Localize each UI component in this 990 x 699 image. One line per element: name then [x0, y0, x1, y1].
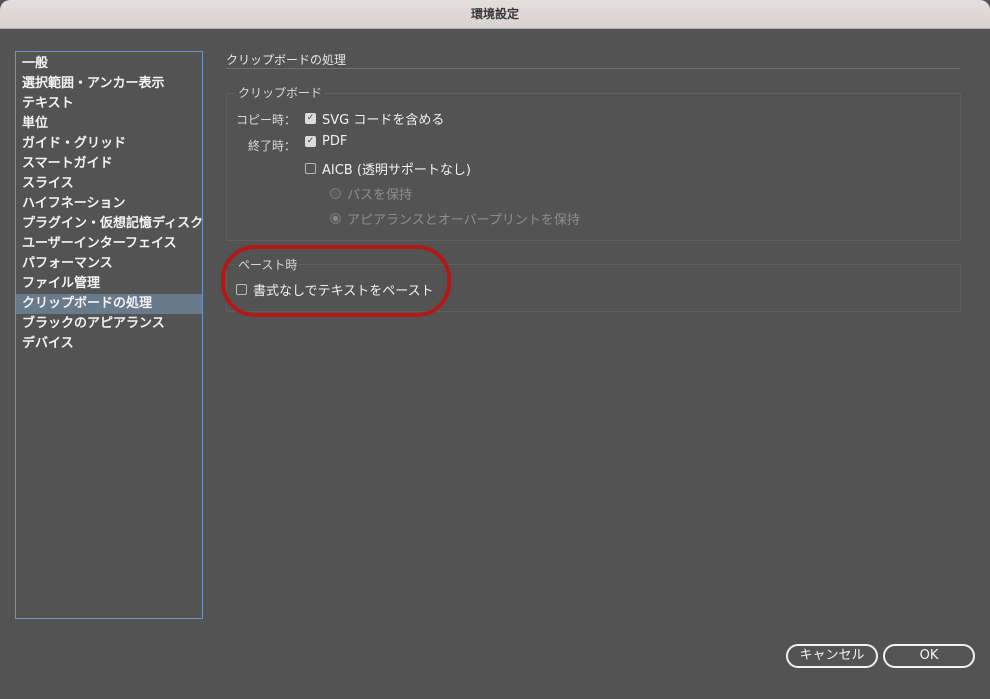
- preserve-appearance-label: アピアランスとオーバープリントを保持: [347, 213, 580, 228]
- preserve-appearance-radio[interactable]: [330, 213, 341, 224]
- pdf-option[interactable]: ✓ PDF: [305, 134, 347, 149]
- sidebar-item-general[interactable]: 一般: [16, 54, 202, 74]
- preferences-window: 環境設定 一般 選択範囲・アンカー表示 テキスト 単位 ガイド・グリッド スマー…: [0, 0, 990, 699]
- sidebar-item-slices[interactable]: スライス: [16, 174, 202, 194]
- aicb-option[interactable]: AICB (透明サポートなし): [305, 159, 471, 178]
- sidebar-item-guides-grid[interactable]: ガイド・グリッド: [16, 134, 202, 154]
- sidebar-item-smart-guides[interactable]: スマートガイド: [16, 154, 202, 174]
- window-title: 環境設定: [0, 0, 990, 29]
- paste-plain-text-option[interactable]: 書式なしでテキストをペースト: [236, 280, 434, 299]
- include-svg-code-checkbox[interactable]: ✓: [305, 113, 316, 124]
- preferences-sidebar: 一般 選択範囲・アンカー表示 テキスト 単位 ガイド・グリッド スマートガイド …: [15, 51, 203, 619]
- sidebar-item-devices[interactable]: デバイス: [16, 334, 202, 354]
- paste-plain-text-checkbox[interactable]: [236, 284, 247, 295]
- include-svg-code-label: SVG コードを含める: [322, 113, 445, 128]
- preserve-paths-option[interactable]: パスを保持: [330, 184, 412, 203]
- sidebar-item-selection-anchor-display[interactable]: 選択範囲・アンカー表示: [16, 74, 202, 94]
- aicb-checkbox[interactable]: [305, 163, 316, 174]
- preserve-appearance-option[interactable]: アピアランスとオーバープリントを保持: [330, 209, 580, 228]
- sidebar-item-plugins-scratch-disks[interactable]: プラグイン・仮想記憶ディスク: [16, 214, 203, 234]
- section-divider: [226, 68, 960, 69]
- sidebar-item-type[interactable]: テキスト: [16, 94, 202, 114]
- cancel-button[interactable]: キャンセル: [786, 644, 878, 668]
- paste-plain-text-label: 書式なしでテキストをペースト: [253, 284, 434, 299]
- exit-label: 終了時：: [247, 139, 296, 153]
- preserve-paths-label: パスを保持: [347, 188, 413, 203]
- sidebar-item-user-interface[interactable]: ユーザーインターフェイス: [16, 234, 202, 254]
- sidebar-item-file-handling[interactable]: ファイル管理: [16, 274, 202, 294]
- sidebar-item-appearance-of-black[interactable]: ブラックのアピアランス: [16, 314, 202, 334]
- sidebar-item-clipboard-handling[interactable]: クリップボードの処理: [16, 294, 202, 314]
- copy-label: コピー時：: [235, 113, 296, 127]
- section-title: クリップボードの処理: [226, 53, 347, 67]
- pdf-checkbox[interactable]: ✓: [305, 136, 316, 147]
- sidebar-item-hyphenation[interactable]: ハイフネーション: [16, 194, 202, 214]
- pdf-label: PDF: [322, 134, 348, 149]
- preserve-paths-radio[interactable]: [330, 188, 341, 199]
- clipboard-group-label: クリップボード: [236, 84, 325, 101]
- ok-button[interactable]: OK: [883, 644, 975, 668]
- sidebar-item-performance[interactable]: パフォーマンス: [16, 254, 202, 274]
- paste-group-label: ペースト時: [236, 256, 300, 273]
- sidebar-item-units[interactable]: 単位: [16, 114, 202, 134]
- aicb-label: AICB (透明サポートなし): [322, 163, 471, 178]
- include-svg-code-option[interactable]: ✓ SVG コードを含める: [305, 109, 444, 128]
